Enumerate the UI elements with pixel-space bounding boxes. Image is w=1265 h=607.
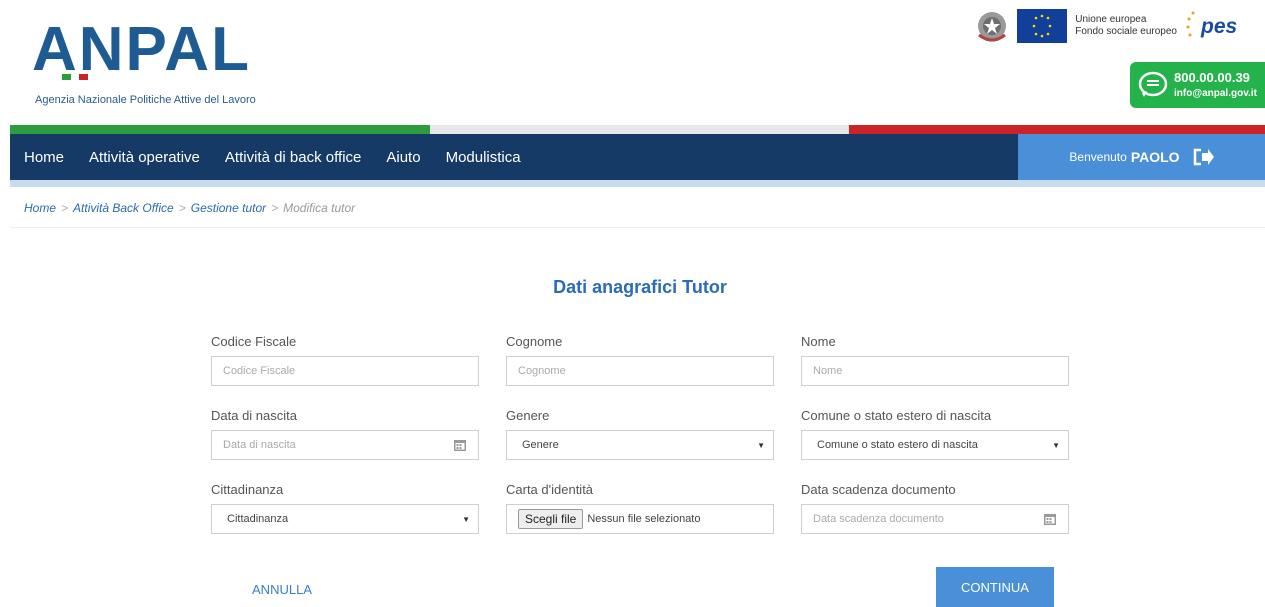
breadcrumb-separator: >: [271, 201, 279, 215]
welcome-prefix: Benvenuto: [1069, 150, 1127, 164]
calendar-icon[interactable]: [454, 439, 466, 451]
data-nascita-placeholder: Data di nascita: [223, 439, 296, 451]
cittadinanza-label: Cittadinanza: [211, 482, 284, 497]
breadcrumb-back-office[interactable]: Attività Back Office: [73, 201, 174, 215]
eu-label-line1: Unione europea: [1075, 14, 1147, 25]
breadcrumb-divider: [10, 227, 1265, 228]
main-navbar: Home Attività operative Attività di back…: [10, 134, 1265, 180]
pes-text: pes: [1201, 15, 1238, 38]
nav-item-home[interactable]: Home: [24, 149, 64, 166]
choose-file-button[interactable]: Scegli file: [518, 509, 584, 529]
brand-text: ANPAL: [32, 15, 251, 82]
comune-nascita-value: Comune o stato estero di nascita: [817, 439, 978, 451]
brand-subtitle: Agenzia Nazionale Politiche Attive del L…: [35, 94, 256, 106]
cognome-label: Cognome: [506, 334, 563, 349]
chat-phone-icon: [1138, 71, 1168, 97]
cittadinanza-value: Cittadinanza: [227, 513, 289, 525]
data-scadenza-label: Data scadenza documento: [801, 482, 956, 497]
eu-label: Unione europea Fondo sociale europeo: [1075, 14, 1177, 38]
italian-flag-icon: [62, 74, 89, 80]
genere-label: Genere: [506, 408, 550, 423]
logout-icon[interactable]: [1192, 148, 1214, 166]
eu-label-line2: Fondo sociale europeo: [1075, 26, 1177, 37]
codice-fiscale-placeholder: Codice Fiscale: [223, 365, 296, 377]
breadcrumb-gestione-tutor[interactable]: Gestione tutor: [191, 201, 266, 215]
dropdown-caret-icon: ▼: [462, 515, 470, 524]
stars-icon: [1186, 11, 1195, 37]
cognome-placeholder: Cognome: [518, 365, 566, 377]
user-name: PAOLO: [1130, 149, 1180, 165]
breadcrumb-home[interactable]: Home: [24, 201, 56, 215]
italian-republic-emblem-icon: [978, 12, 1007, 42]
eu-flag-icon: [1017, 9, 1068, 43]
nav-item-modulistica[interactable]: Modulistica: [446, 149, 521, 166]
data-scadenza-placeholder: Data scadenza documento: [813, 513, 944, 525]
genere-select[interactable]: Genere ▼: [506, 430, 774, 460]
nome-label: Nome: [801, 334, 836, 349]
data-scadenza-input[interactable]: Data scadenza documento: [801, 504, 1069, 534]
form-title: Dati anagrafici Tutor: [553, 277, 727, 297]
cognome-input[interactable]: Cognome: [506, 356, 774, 386]
cancel-button[interactable]: ANNULLA: [237, 574, 327, 604]
anpal-logo[interactable]: ANPAL Agenzia Nazionale Politiche Attive…: [32, 12, 302, 106]
file-status: Nessun file selezionato: [587, 513, 701, 525]
contact-box[interactable]: 800.00.00.39 info@anpal.gov.it: [1130, 62, 1265, 108]
nome-placeholder: Nome: [813, 365, 843, 377]
contact-email[interactable]: info@anpal.gov.it: [1174, 88, 1257, 99]
anpal-wordmark: ANPAL: [32, 15, 251, 82]
user-welcome: Benvenuto PAOLO: [1018, 134, 1265, 180]
codice-fiscale-input[interactable]: Codice Fiscale: [211, 356, 479, 386]
continue-button[interactable]: CONTINUA: [936, 567, 1054, 607]
comune-nascita-select[interactable]: Comune o stato estero di nascita ▼: [801, 430, 1069, 460]
cittadinanza-select[interactable]: Cittadinanza ▼: [211, 504, 479, 534]
genere-value: Genere: [522, 439, 559, 451]
pes-logo: pes: [1185, 7, 1257, 45]
dropdown-caret-icon: ▼: [757, 441, 765, 450]
dropdown-caret-icon: ▼: [1052, 441, 1060, 450]
carta-identita-label: Carta d'identità: [506, 482, 594, 497]
carta-identita-file-input[interactable]: Scegli file Nessun file selezionato: [506, 504, 774, 534]
nav-item-aiuto[interactable]: Aiuto: [386, 149, 420, 166]
nav-item-attivita-operative[interactable]: Attività operative: [89, 149, 200, 166]
partner-logos: Unione europea Fondo sociale europeo pes: [975, 6, 1257, 46]
breadcrumb-current: Modifica tutor: [283, 201, 356, 215]
breadcrumb: Home > Attività Back Office > Gestione tutor…: [24, 201, 355, 215]
data-nascita-input[interactable]: Data di nascita: [211, 430, 479, 460]
calendar-icon[interactable]: [1044, 513, 1056, 525]
nav-item-attivita-back-office[interactable]: Attività di back office: [225, 149, 361, 166]
data-nascita-label: Data di nascita: [211, 408, 297, 423]
comune-nascita-label: Comune o stato estero di nascita: [801, 408, 992, 423]
breadcrumb-separator: >: [61, 201, 69, 215]
contact-phone: 800.00.00.39: [1174, 70, 1250, 85]
breadcrumb-separator: >: [178, 201, 186, 215]
tricolor-strip: [10, 125, 1265, 134]
codice-fiscale-label: Codice Fiscale: [211, 334, 297, 349]
nome-input[interactable]: Nome: [801, 356, 1069, 386]
navbar-underline: [10, 180, 1265, 187]
